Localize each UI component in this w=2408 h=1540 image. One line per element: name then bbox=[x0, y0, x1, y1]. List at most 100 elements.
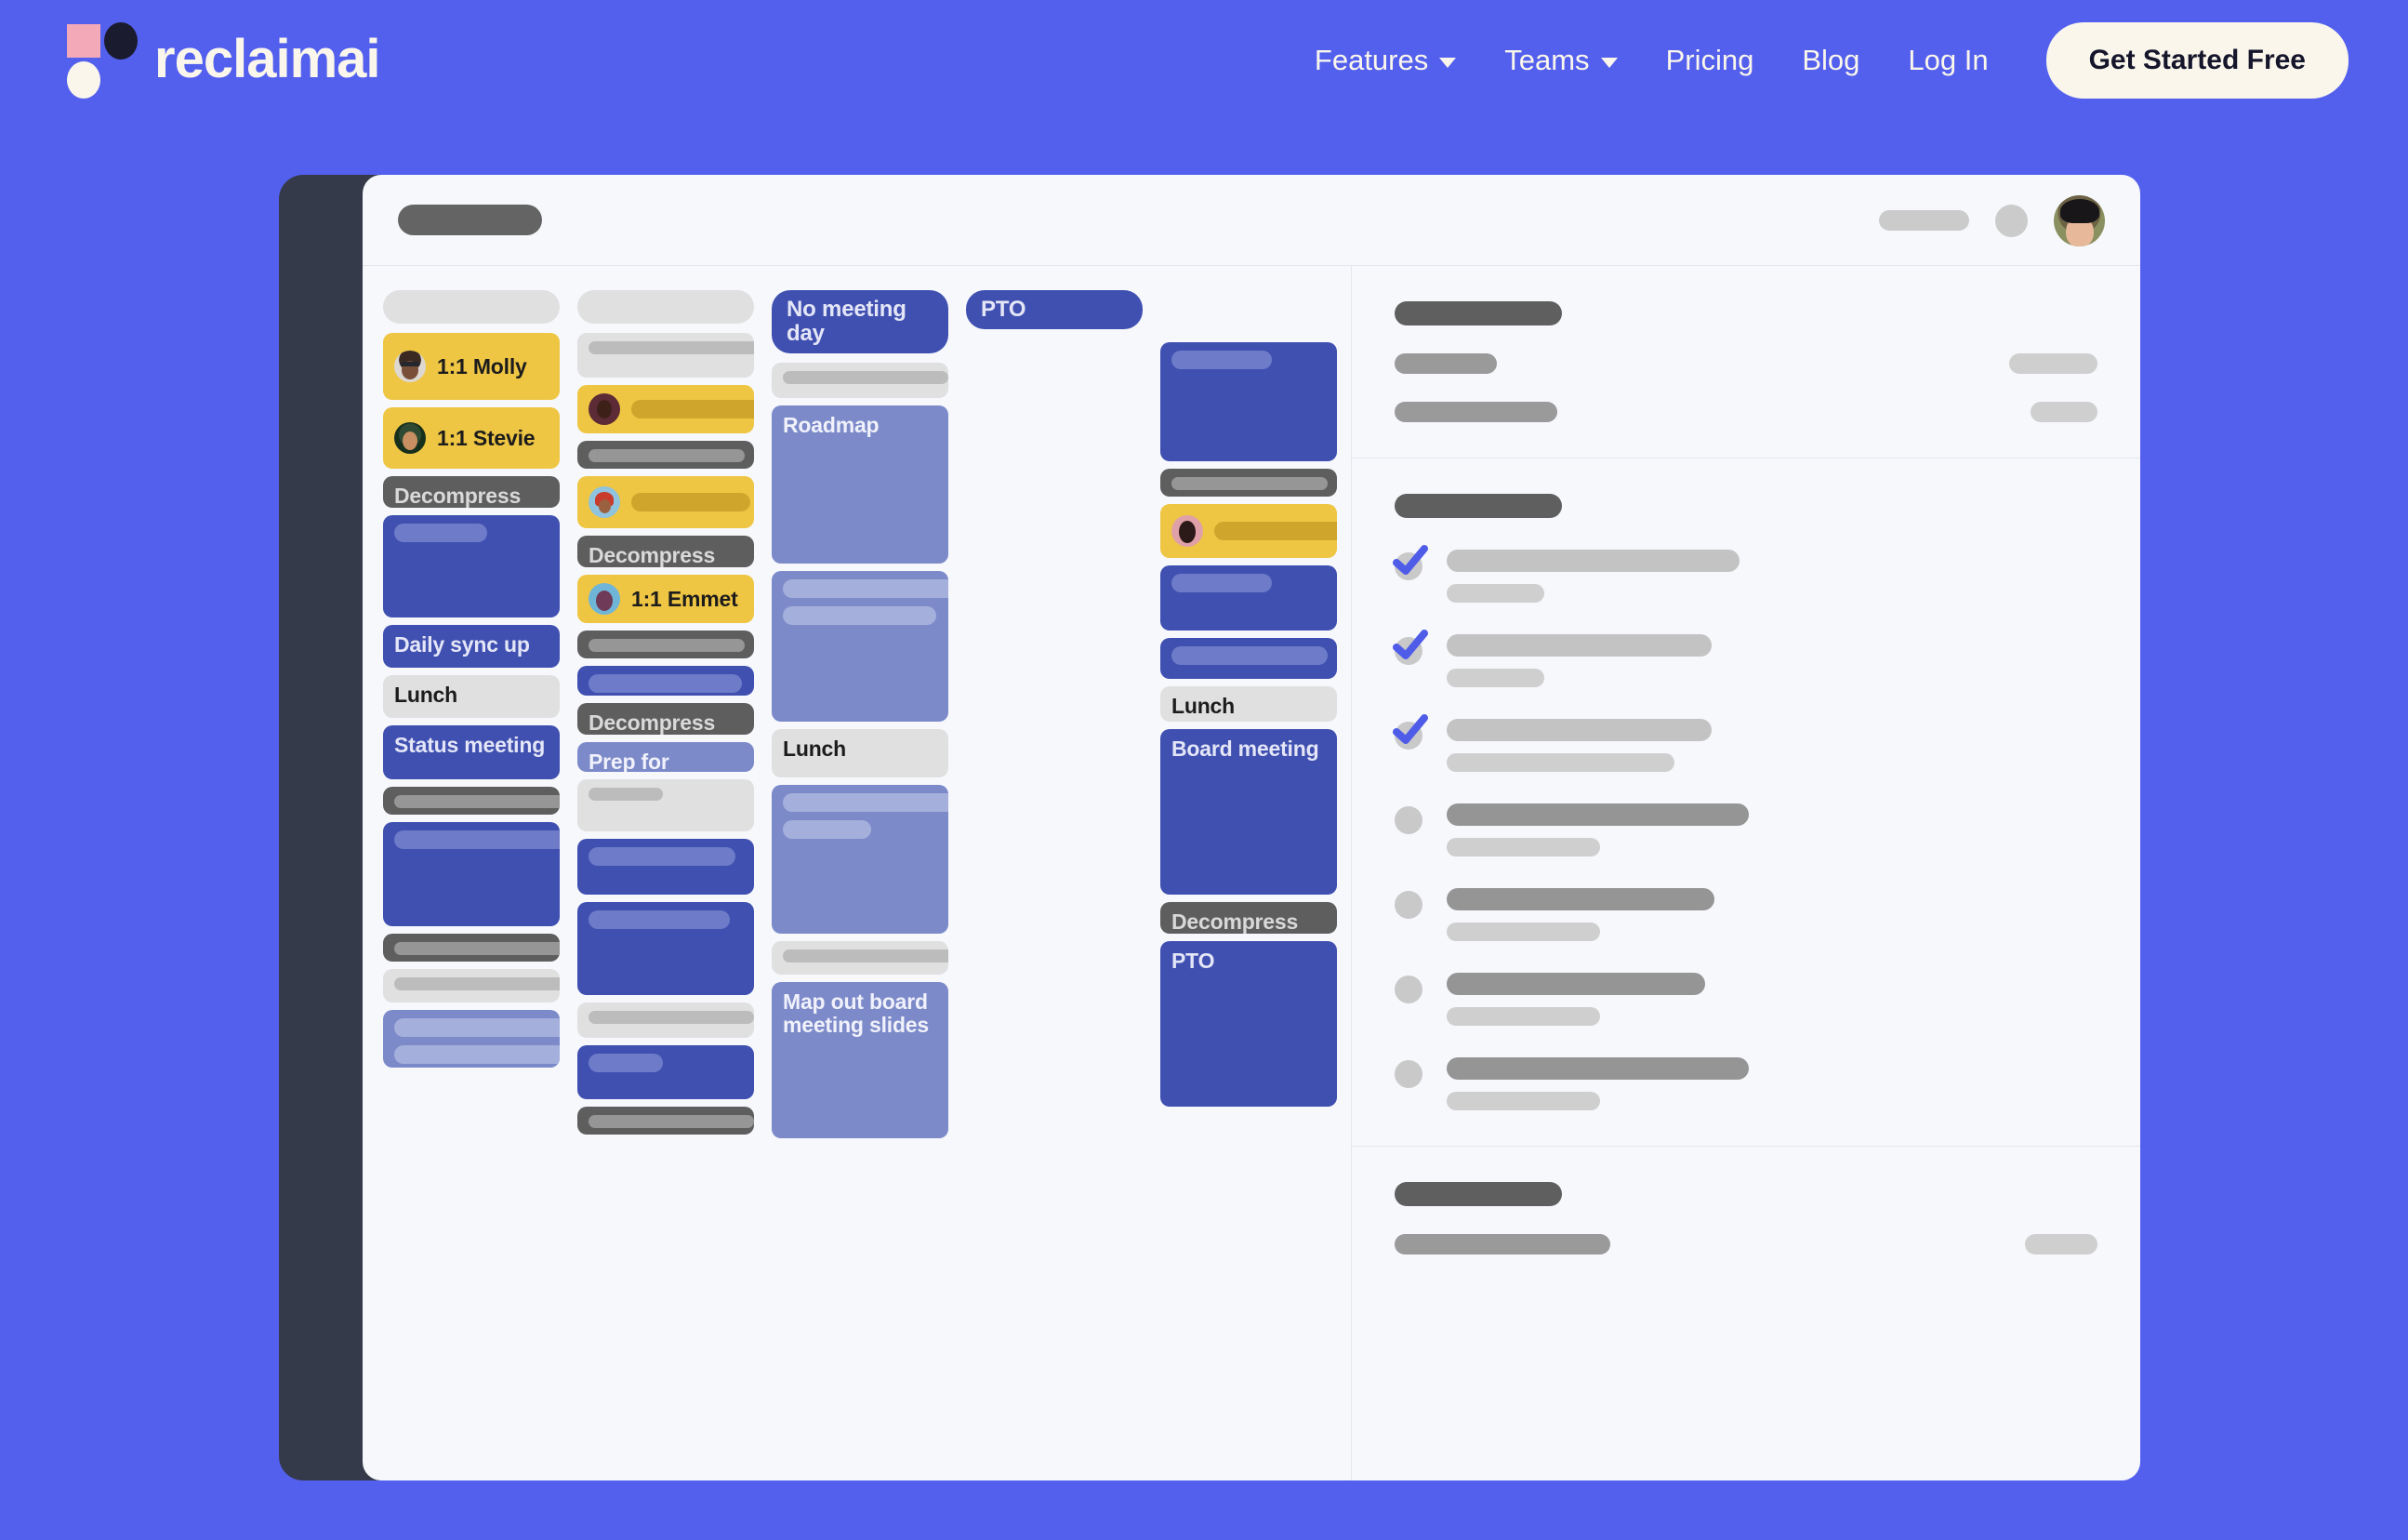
column-header-label: No meeting day bbox=[787, 297, 906, 346]
nav-item-blog[interactable]: Blog bbox=[1778, 44, 1884, 77]
get-started-free-button[interactable]: Get Started Free bbox=[2045, 22, 2348, 99]
calendar-event[interactable]: Decompress bbox=[577, 536, 754, 567]
event-title-placeholder bbox=[394, 795, 560, 808]
calendar-event[interactable] bbox=[1160, 504, 1337, 558]
event-title-placeholder bbox=[631, 493, 750, 511]
calendar-event[interactable] bbox=[577, 902, 754, 995]
calendar-event[interactable]: Status meeting bbox=[383, 725, 560, 779]
task-checkbox-checked[interactable] bbox=[1393, 545, 1428, 580]
avatar[interactable] bbox=[2054, 194, 2105, 246]
calendar-event[interactable]: Lunch bbox=[1160, 686, 1337, 722]
calendar-event[interactable] bbox=[772, 784, 948, 934]
calendar-event[interactable] bbox=[577, 666, 754, 696]
calendar-event[interactable]: Decompress bbox=[577, 703, 754, 735]
calendar-column-2: Decompress 1:1 Emmet Decompress Prep for st… bbox=[577, 290, 754, 1480]
event-title: Board meeting bbox=[1171, 737, 1319, 761]
task-list-item[interactable] bbox=[1395, 1057, 2097, 1110]
task-checkbox-unchecked[interactable] bbox=[1395, 976, 1422, 1003]
calendar-event[interactable]: Board meeting bbox=[1160, 729, 1337, 895]
calendar-event[interactable]: 1:1 Stevie bbox=[383, 407, 560, 469]
calendar-event[interactable] bbox=[577, 333, 754, 378]
calendar-event[interactable] bbox=[577, 839, 754, 895]
calendar-event[interactable] bbox=[577, 779, 754, 831]
event-skeleton-line bbox=[589, 1011, 754, 1024]
task-list-item[interactable] bbox=[1395, 973, 2097, 1026]
calendar-event[interactable] bbox=[383, 822, 560, 926]
nav-item-teams[interactable]: Teams bbox=[1480, 44, 1641, 77]
calendar-event[interactable] bbox=[1160, 469, 1337, 497]
event-title: Status meeting bbox=[394, 733, 546, 757]
calendar-event[interactable]: Daily sync up bbox=[383, 625, 560, 668]
header-action-placeholder[interactable] bbox=[1879, 210, 1969, 231]
calendar-event[interactable]: Roadmap bbox=[772, 405, 948, 564]
calendar-event[interactable] bbox=[577, 1002, 754, 1038]
calendar-event[interactable]: 1:1 Molly bbox=[383, 333, 560, 400]
task-text bbox=[1447, 1057, 2097, 1110]
calendar-event[interactable] bbox=[577, 441, 754, 469]
sidebar-stat-label-placeholder bbox=[1395, 402, 1557, 422]
event-title-placeholder bbox=[589, 341, 754, 354]
task-list-item[interactable] bbox=[1395, 803, 2097, 856]
calendar-event[interactable] bbox=[1160, 565, 1337, 631]
event-title-placeholder bbox=[783, 792, 948, 839]
event-title: Decompress bbox=[1171, 909, 1299, 934]
column-header-badge[interactable]: No meeting day bbox=[772, 290, 948, 353]
event-title-placeholder bbox=[589, 1011, 754, 1024]
task-checkbox-checked[interactable] bbox=[1393, 714, 1428, 750]
column-header-badge[interactable]: PTO bbox=[966, 290, 1143, 329]
event-skeleton-line bbox=[589, 674, 742, 693]
calendar-event[interactable]: Prep for strategy review bbox=[577, 742, 754, 772]
nav-item-pricing[interactable]: Pricing bbox=[1642, 44, 1779, 77]
event-skeleton-line bbox=[394, 942, 560, 955]
task-checkbox-unchecked[interactable] bbox=[1395, 806, 1422, 834]
event-skeleton-line bbox=[631, 493, 750, 511]
calendar-event[interactable]: Lunch bbox=[383, 675, 560, 718]
nav-label: Teams bbox=[1504, 44, 1590, 76]
app-window: 1:1 Molly 1:1 Stevie Decompress Daily sync … bbox=[363, 175, 2140, 1480]
calendar-event[interactable]: Lunch bbox=[772, 728, 948, 777]
calendar-event[interactable] bbox=[577, 476, 754, 528]
attendee-avatar-icon bbox=[394, 351, 426, 382]
calendar-event[interactable]: 1:1 Emmet bbox=[577, 575, 754, 623]
nav-item-log-in[interactable]: Log In bbox=[1884, 44, 2012, 77]
task-checkbox-unchecked[interactable] bbox=[1395, 891, 1422, 919]
event-title: 1:1 Stevie bbox=[437, 425, 536, 450]
calendar-event[interactable] bbox=[772, 362, 948, 398]
calendar-event[interactable] bbox=[772, 570, 948, 722]
event-skeleton-line bbox=[1171, 646, 1328, 665]
task-list-item[interactable] bbox=[1393, 714, 2097, 772]
nav-links: Features Teams Pricing Blog Log In Get S… bbox=[1290, 0, 2348, 121]
calendar-event[interactable] bbox=[1160, 638, 1337, 679]
task-checkbox-unchecked[interactable] bbox=[1395, 1060, 1422, 1088]
task-list-item[interactable] bbox=[1393, 630, 2097, 687]
attendee-avatar-icon bbox=[589, 583, 620, 615]
attendee-avatar-icon bbox=[589, 393, 620, 425]
calendar-event[interactable]: PTO bbox=[1160, 941, 1337, 1107]
calendar-event[interactable]: Map out board meeting slides bbox=[772, 981, 948, 1138]
calendar-event[interactable] bbox=[577, 1045, 754, 1099]
calendar-event[interactable] bbox=[577, 631, 754, 658]
calendar-event[interactable] bbox=[383, 1010, 560, 1068]
task-subtitle-placeholder bbox=[1447, 923, 1600, 941]
calendar-event[interactable] bbox=[577, 1107, 754, 1135]
calendar-event[interactable]: Decompress bbox=[383, 476, 560, 508]
header-icon-placeholder[interactable] bbox=[1995, 204, 2028, 237]
calendar-event[interactable] bbox=[772, 940, 948, 975]
sidebar-section-title-placeholder bbox=[1395, 1182, 1562, 1206]
calendar-event[interactable] bbox=[577, 385, 754, 433]
calendar-event[interactable] bbox=[383, 515, 560, 617]
calendar-event[interactable] bbox=[383, 934, 560, 962]
nav-item-features[interactable]: Features bbox=[1290, 44, 1480, 77]
task-checkbox-checked[interactable] bbox=[1393, 630, 1428, 665]
calendar-event[interactable] bbox=[383, 969, 560, 1002]
calendar-event[interactable] bbox=[1160, 342, 1337, 461]
sidebar-stat-row bbox=[1395, 402, 2097, 422]
column-header-spacer bbox=[1160, 290, 1337, 342]
calendar-event[interactable]: Decompress bbox=[1160, 902, 1337, 934]
task-list-item[interactable] bbox=[1393, 545, 2097, 603]
calendar-event[interactable] bbox=[383, 787, 560, 815]
task-list-item[interactable] bbox=[1395, 888, 2097, 941]
brand-logo[interactable]: reclaimai bbox=[67, 22, 381, 99]
sidebar-section-title-placeholder bbox=[1395, 494, 1562, 518]
brand-name: reclaimai bbox=[154, 29, 381, 89]
